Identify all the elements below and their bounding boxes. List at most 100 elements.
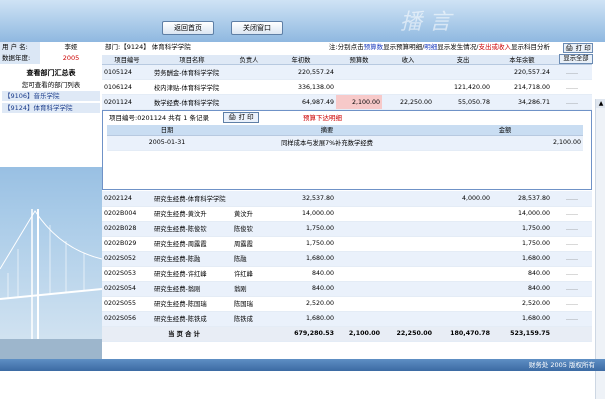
cell: 1,750.00: [492, 221, 552, 237]
cell: 数学经费-体育科学学院: [152, 94, 232, 110]
budget-link[interactable]: [336, 311, 382, 327]
cell: 研究生经费-许红峰: [152, 266, 232, 282]
table-row[interactable]: 0202S053 研究生经费-许红峰 许红峰 840.00 840.00......: [102, 266, 592, 282]
dept-list-subtitle: 您可查看的部门列表: [21, 81, 81, 89]
table-row-selected[interactable]: 0201124 数学经费-体育科学学院 64,987.49 2,100.00 22,25…: [102, 94, 592, 110]
cell: 1,680.00: [492, 251, 552, 267]
col-header: 年初数: [266, 55, 336, 65]
top-banner: 播 言 返回首页 关闭窗口: [0, 0, 605, 42]
cell: 28,537.80: [492, 191, 552, 207]
cell: 14,000.00: [266, 206, 336, 222]
table-row[interactable]: 0202B028 研究生经费-陈俊钦 陈俊钦 1,750.00 1,750.00....…: [102, 221, 592, 237]
budget-link[interactable]: [336, 266, 382, 282]
dept-name: 部门:【9124】 体育科学学院: [105, 43, 191, 51]
cell: 121,420.00: [434, 79, 492, 95]
cell: [232, 64, 266, 80]
detail-link[interactable]: ......: [552, 94, 592, 110]
col-header: 收入: [382, 55, 434, 65]
col-header: 本年余额: [492, 55, 552, 65]
scroll-up-icon[interactable]: ▲: [596, 99, 605, 108]
detail-link[interactable]: ......: [552, 281, 592, 297]
user-label: 用 户 名:: [0, 42, 40, 53]
show-all-button[interactable]: 显示全部: [559, 54, 593, 64]
table-row[interactable]: 0202S054 研究生经费-翁刚 翁刚 840.00 840.00......: [102, 281, 592, 297]
cell: 523,159.75: [492, 326, 552, 342]
cell: 陈铁成: [232, 311, 266, 327]
table-row[interactable]: 0202B029 研究生经费-周露霞 周露霞 1,750.00 1,750.00....…: [102, 236, 592, 252]
total-row: 当 页 合 计 679,280.53 2,100.00 22,250.00 180,47…: [102, 326, 592, 342]
table-row[interactable]: 0202S052 研究生经费-陈融 陈融 1,680.00 1,680.00......: [102, 251, 592, 267]
cell: 1,680.00: [492, 311, 552, 327]
detail-link[interactable]: ......: [552, 311, 592, 327]
cell: [552, 326, 592, 342]
detail-link[interactable]: ......: [552, 191, 592, 207]
cell: [382, 296, 434, 312]
cell: 0202S054: [102, 281, 152, 297]
cell: [382, 206, 434, 222]
cell: 1,750.00: [266, 236, 336, 252]
budget-link[interactable]: [336, 221, 382, 237]
table-row[interactable]: 0202S056 研究生经费-陈铁成 陈铁成 1,680.00 1,680.00....…: [102, 311, 592, 327]
cell: 180,470.78: [434, 326, 492, 342]
cell: 22,250.00: [382, 94, 434, 110]
col-header: 负责人: [232, 55, 266, 65]
cell: [382, 79, 434, 95]
cell: 劳务酬金-体育科学学院: [152, 64, 232, 80]
table-row[interactable]: 0106124 校内津贴-体育科学学院 336,138.00 121,420.00 21…: [102, 79, 592, 95]
budget-link-active[interactable]: 2,100.00: [336, 94, 382, 110]
note-link-detail[interactable]: 明细: [424, 43, 437, 51]
budget-link[interactable]: [336, 191, 382, 207]
ledger-table-top: 项目编号项目名称负责人年初数预算数收入支出本年余额明细 0105124劳务酬金-…: [102, 55, 592, 110]
note-link-expense[interactable]: 支出或收入: [479, 43, 512, 51]
sidebar-item-sports[interactable]: 【9124】体育科学学院: [2, 103, 100, 113]
budget-link[interactable]: [336, 296, 382, 312]
note-link-budget[interactable]: 预算数: [364, 43, 384, 51]
detail-link[interactable]: ......: [552, 266, 592, 282]
note-text-3: 显示发生情况/: [437, 43, 479, 51]
detail-link[interactable]: ......: [552, 296, 592, 312]
cell: 许红峰: [232, 266, 266, 282]
detail-link[interactable]: ......: [552, 236, 592, 252]
cell: 840.00: [492, 266, 552, 282]
table-row[interactable]: 0202124 研究生经费-体育科学学院 32,537.80 4,000.00 28,5…: [102, 191, 592, 207]
print-button[interactable]: 🖨 打 印: [563, 43, 593, 53]
close-window-button[interactable]: 关闭窗口: [231, 21, 283, 35]
table-row[interactable]: 0202S055 研究生经费-陈国瑞 陈国瑞 2,520.00 2,520.00....…: [102, 296, 592, 312]
vertical-scrollbar[interactable]: ▲: [595, 99, 605, 399]
budget-link[interactable]: [336, 64, 382, 80]
ledger-table-bottom: 0202124 研究生经费-体育科学学院 32,537.80 4,000.00 28,5…: [102, 191, 592, 342]
footer: 财务处 2005 版权所有: [0, 359, 605, 371]
detail-print-button[interactable]: 🖨 打 印: [222, 112, 259, 123]
budget-link[interactable]: [336, 206, 382, 222]
cell: 0202B028: [102, 221, 152, 237]
col-header: 项目编号: [102, 55, 152, 65]
detail-link[interactable]: ......: [552, 251, 592, 267]
detail-print-label: 打 印: [238, 113, 254, 121]
budget-link[interactable]: [336, 251, 382, 267]
detail-link[interactable]: ......: [552, 79, 592, 95]
cell: 研究生经费-陈铁成: [152, 311, 232, 327]
cell: 64,987.49: [266, 94, 336, 110]
budget-link[interactable]: [336, 79, 382, 95]
main-content: 部门:【9124】 体育科学学院 注:分别点击预算数显示预算明细/明细显示发生情…: [102, 42, 605, 399]
budget-link[interactable]: [336, 281, 382, 297]
sidebar-panel: 用 户 名: 李娅 数据年度: 2005 查看部门汇总表 您可查看的部门列表 【91…: [0, 42, 102, 167]
col-header: 日期: [107, 125, 227, 136]
sidebar-item-music[interactable]: 【9106】音乐学院: [2, 91, 100, 101]
table-row[interactable]: 0105124 劳务酬金-体育科学学院 220,557.24 220,557.24..…: [102, 64, 592, 80]
cell: 研究生经费-翁刚: [152, 281, 232, 297]
detail-link[interactable]: ......: [552, 221, 592, 237]
cell: 周露霞: [232, 236, 266, 252]
detail-row: 2005-01-31 同样成本与发展7%补充数学经费 2,100.00: [107, 135, 583, 151]
col-header: 支出: [434, 55, 492, 65]
detail-link[interactable]: ......: [552, 64, 592, 80]
cell: 840.00: [266, 266, 336, 282]
cell: 2,100.00: [336, 326, 382, 342]
table-row[interactable]: 0202B004 研究生经费-黄汶升 黄汶升 14,000.00 14,000.00..…: [102, 206, 592, 222]
detail-header: 项目编号:0201124 共有 1 条记录 🖨 打 印 预算下达明细: [103, 111, 591, 125]
return-home-button[interactable]: 返回首页: [162, 21, 214, 35]
detail-link[interactable]: ......: [552, 206, 592, 222]
cell: 研究生经费-周露霞: [152, 236, 232, 252]
cell: 34,286.71: [492, 94, 552, 110]
budget-link[interactable]: [336, 236, 382, 252]
